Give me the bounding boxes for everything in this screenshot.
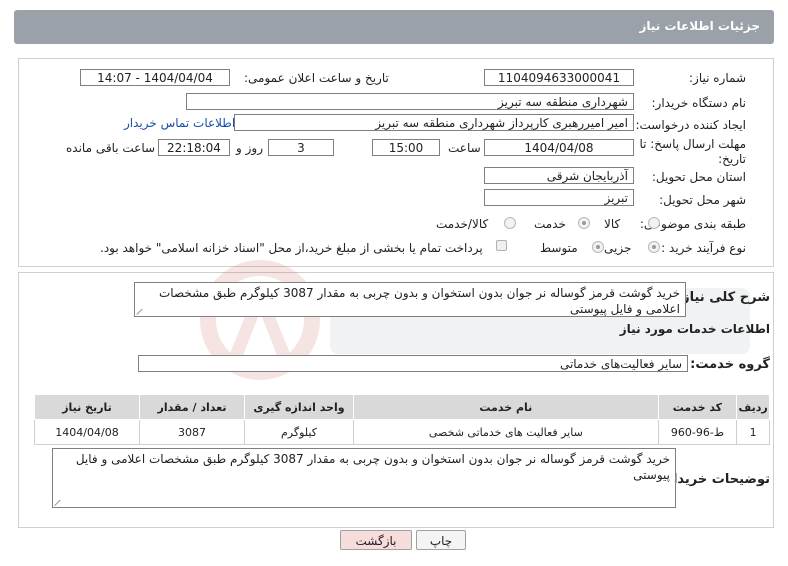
cell-unit: کیلوگرم <box>243 419 355 445</box>
buyer-org-field: شهرداری منطقه سه تبریز <box>186 93 634 110</box>
page-header: جزئیات اطلاعات نیاز <box>14 10 774 44</box>
buyer-notes-textarea: خرید گوشت قرمز گوساله نر جوان بدون استخو… <box>52 448 676 508</box>
resize-grip-icon[interactable] <box>137 308 144 315</box>
treasury-text: پرداخت تمام یا بخشی از مبلغ خرید،از محل … <box>100 241 483 255</box>
province-label: استان محل تحویل: <box>651 170 746 184</box>
service-group-field: سایر فعالیت‌های خدماتی <box>138 355 688 372</box>
cell-row: 1 <box>736 419 770 445</box>
page-title: جزئیات اطلاعات نیاز <box>639 19 760 33</box>
process-option-minor: جزیی <box>604 241 632 255</box>
city-field: تبریز <box>484 189 634 206</box>
buyer-contact-link[interactable]: اطلاعات تماس خریدار <box>124 116 235 130</box>
deadline-time-field: 15:00 <box>372 139 440 156</box>
col-service-code: کد خدمت <box>657 394 738 420</box>
creator-label: ایجاد کننده درخواست: <box>635 118 746 132</box>
cell-quantity: 3087 <box>139 419 245 445</box>
col-service-name: نام خدمت <box>353 394 659 420</box>
creator-field: امیر امیررهبری کارپرداز شهرداری منطقه سه… <box>234 114 634 131</box>
table-row: 1 ط-96-960 سایر فعالیت های خدماتی شخصی ک… <box>33 419 770 445</box>
process-label: نوع فرآیند خرید : <box>661 241 746 255</box>
cell-need-date: 1404/04/08 <box>33 419 141 445</box>
treasury-checkbox[interactable] <box>496 240 507 251</box>
summary-text: خرید گوشت قرمز گوساله نر جوان بدون استخو… <box>158 286 680 316</box>
announce-field: 1404/04/04 - 14:07 <box>80 69 230 86</box>
days-field: 3 <box>268 139 334 156</box>
category-radio-goods[interactable] <box>648 217 660 229</box>
col-quantity: تعداد / مقدار <box>139 394 245 420</box>
buyer-notes-label: توضیحات خریدار: <box>660 472 770 487</box>
city-label: شهر محل تحویل: <box>659 193 746 207</box>
remaining-time-field: 22:18:04 <box>158 139 230 156</box>
service-group-label: گروه خدمت: <box>690 357 770 372</box>
category-option-goods: کالا <box>604 217 621 231</box>
deadline-label: مهلت ارسال پاسخ: تا تاریخ: <box>639 137 746 166</box>
col-need-date: تاریخ نیاز <box>33 394 141 420</box>
category-option-goods-service: کالا/خدمت <box>436 217 489 231</box>
col-unit: واحد اندازه گیری <box>243 394 355 420</box>
process-option-medium: متوسط <box>540 241 578 255</box>
services-section-title: اطلاعات خدمات مورد نیاز <box>619 322 770 336</box>
buyer-org-label: نام دستگاه خریدار: <box>651 96 747 110</box>
process-radio-medium[interactable] <box>592 241 604 253</box>
back-button[interactable]: بازگشت <box>340 530 412 550</box>
province-field: آذربایجان شرقی <box>484 167 634 184</box>
category-radio-service[interactable] <box>578 217 590 229</box>
process-radio-minor[interactable] <box>648 241 660 253</box>
deadline-date-field: 1404/04/08 <box>484 139 634 156</box>
category-option-service: خدمت <box>534 217 566 231</box>
cell-service-name: سایر فعالیت های خدماتی شخصی <box>353 419 659 445</box>
buyer-notes-text: خرید گوشت قرمز گوساله نر جوان بدون استخو… <box>75 452 670 482</box>
col-row: ردیف <box>736 394 770 420</box>
summary-label: شرح کلی نیاز: <box>676 290 770 305</box>
need-number-field: 1104094633000041 <box>484 69 634 86</box>
resize-grip-icon[interactable] <box>55 499 62 506</box>
need-number-label: شماره نیاز: <box>689 71 746 85</box>
print-button[interactable]: چاپ <box>416 530 466 550</box>
announce-label: تاریخ و ساعت اعلان عمومی: <box>244 71 389 85</box>
deadline-time-label: ساعت <box>448 141 481 155</box>
cell-service-code: ط-96-960 <box>657 419 738 445</box>
summary-textarea: خرید گوشت قرمز گوساله نر جوان بدون استخو… <box>134 282 686 317</box>
category-radio-goods-service[interactable] <box>504 217 516 229</box>
remaining-time-label: ساعت باقی مانده <box>66 141 156 155</box>
table-header-row: ردیف کد خدمت نام خدمت واحد اندازه گیری ت… <box>33 394 770 420</box>
days-label: روز و <box>236 141 263 155</box>
services-table: ردیف کد خدمت نام خدمت واحد اندازه گیری ت… <box>33 394 770 445</box>
